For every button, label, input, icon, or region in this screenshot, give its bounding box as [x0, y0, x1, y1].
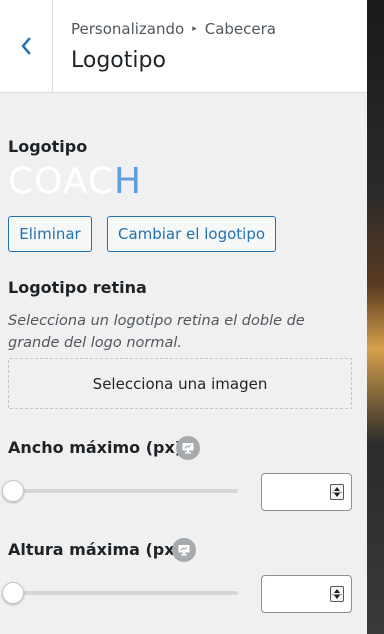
monitor-icon	[182, 443, 194, 454]
spin-up-icon[interactable]	[334, 487, 340, 491]
logo-text-accent: H	[113, 161, 143, 202]
panel-header: Personalizando ▸ Cabecera Logotipo	[0, 0, 367, 93]
max-height-spinner[interactable]	[330, 586, 344, 602]
desktop-device-icon[interactable]	[176, 436, 200, 460]
logo-preview[interactable]: COACH	[8, 162, 142, 202]
spin-up-icon[interactable]	[334, 589, 340, 593]
select-image-button[interactable]: Selecciona una imagen	[8, 358, 352, 409]
site-preview-strip	[367, 0, 384, 634]
change-logo-button[interactable]: Cambiar el logotipo	[107, 216, 276, 252]
retina-logo-description: Selecciona un logotipo retina el doble d…	[8, 313, 305, 351]
desktop-device-icon[interactable]	[172, 538, 196, 562]
max-height-slider-handle[interactable]	[2, 582, 24, 604]
logo-text-main: COAC	[8, 161, 114, 202]
back-button[interactable]	[0, 0, 53, 92]
max-width-label: Ancho máximo (px)	[8, 438, 183, 457]
breadcrumb-parent: Personalizando	[71, 20, 185, 38]
breadcrumb: Personalizando ▸ Cabecera	[71, 20, 276, 38]
breadcrumb-current: Cabecera	[204, 20, 276, 38]
max-width-spinner[interactable]	[330, 484, 344, 500]
spin-down-icon[interactable]	[334, 493, 340, 497]
max-width-input[interactable]	[261, 473, 352, 511]
page-title: Logotipo	[71, 48, 166, 73]
customizer-panel: Personalizando ▸ Cabecera Logotipo Logot…	[0, 0, 367, 634]
monitor-icon	[178, 545, 190, 556]
max-height-slider-track[interactable]	[8, 591, 238, 595]
logo-label: Logotipo	[8, 137, 88, 156]
max-height-label: Altura máxima (px)	[8, 540, 182, 559]
max-width-slider-track[interactable]	[8, 489, 238, 493]
chevron-left-icon	[21, 37, 31, 55]
remove-logo-button[interactable]: Eliminar	[8, 216, 92, 252]
max-height-input[interactable]	[261, 575, 352, 613]
max-width-slider-handle[interactable]	[2, 480, 24, 502]
breadcrumb-separator-icon: ▸	[192, 24, 197, 34]
spin-down-icon[interactable]	[334, 595, 340, 599]
retina-logo-label: Logotipo retina	[8, 278, 147, 297]
